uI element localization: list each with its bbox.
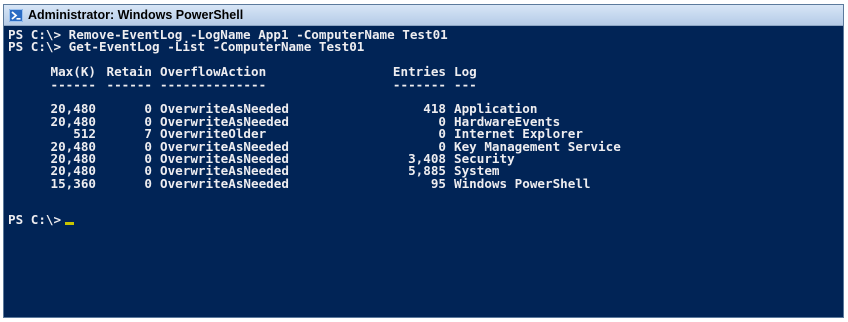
underline-overflow: --------------	[160, 76, 267, 92]
underline-retain: ------	[106, 76, 153, 92]
table-row: 512 7 OverwriteOlder 0 Internet Explorer	[8, 126, 843, 142]
prompt-text: PS C:\>	[8, 212, 62, 228]
table-underline-row: ------ ------ -------------- ------- ---	[8, 76, 843, 92]
cell-entries: 418	[423, 101, 446, 117]
command-line-get: PS C:\> Get-EventLog -List -ComputerName…	[8, 39, 365, 55]
cell-max: 15,360	[50, 175, 97, 191]
text-cursor	[65, 222, 75, 226]
cell-entries: 95	[430, 175, 446, 191]
cell-overflow: OverwriteAsNeeded	[160, 175, 289, 191]
underline-log: ---	[454, 76, 477, 92]
prompt-line[interactable]: PS C:\>	[8, 212, 843, 228]
cell-retain: 0	[144, 175, 152, 191]
cell-entries: 5,885	[408, 163, 446, 179]
console-output[interactable]: PS C:\> Remove-EventLog -LogName App1 -C…	[4, 26, 843, 317]
underline-entries: -------	[392, 76, 446, 92]
underline-max: ------	[50, 76, 97, 92]
table-row: 20,480 0 OverwriteAsNeeded 0 HardwareEvents	[8, 113, 843, 129]
cell-entries: 0	[438, 126, 446, 142]
powershell-icon	[9, 8, 23, 22]
table-row: 20,480 0 OverwriteAsNeeded 5,885 System	[8, 163, 843, 179]
table-row: 15,360 0 OverwriteAsNeeded 95 Windows PowerS…	[8, 175, 843, 191]
cell-log: Windows PowerShell	[454, 175, 591, 191]
cell-entries: 0	[438, 113, 446, 129]
title-bar[interactable]: Administrator: Windows PowerShell	[4, 5, 843, 26]
window-title: Administrator: Windows PowerShell	[28, 8, 244, 22]
table-row: 20,480 0 OverwriteAsNeeded 418 Application	[8, 101, 843, 117]
powershell-window: Administrator: Windows PowerShell PS C:\…	[3, 4, 844, 318]
